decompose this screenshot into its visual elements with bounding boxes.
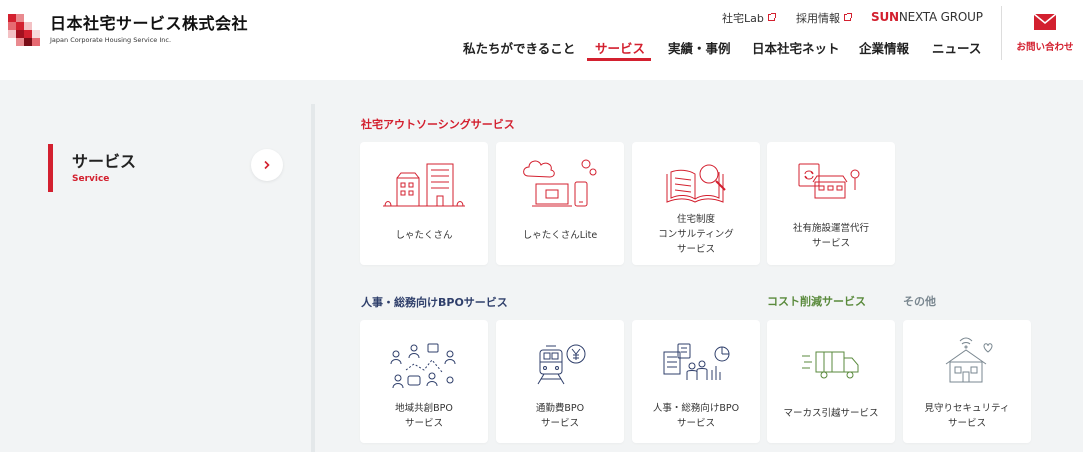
service-card-label: 見守りセキュリティ サービス [924, 403, 1010, 429]
content-divider [311, 104, 315, 452]
util-link-shataku-lab[interactable]: 社宅Lab [722, 10, 776, 26]
active-nav-indicator [587, 58, 651, 61]
home-security-icon [945, 337, 993, 383]
sidebar-title: サービス [72, 152, 137, 171]
external-link-icon [844, 12, 852, 21]
external-link-icon [767, 12, 776, 21]
office-staff-icon [663, 343, 730, 380]
nav-item-company[interactable]: 企業情報 [859, 38, 909, 57]
logo-japanese-name: 日本社宅サービス株式会社 [50, 14, 249, 33]
nav-item-services[interactable]: サービス [595, 38, 645, 57]
buildings-icon [383, 163, 465, 207]
company-logo[interactable]: 日本社宅サービス株式会社 Japan Corporate Housing Ser… [8, 14, 248, 46]
service-card-label: 地域共創BPO サービス [395, 403, 453, 429]
service-card-label: 住宅制度 コンサルティング サービス [658, 214, 734, 255]
contact-label: お問い合わせ [1016, 42, 1074, 53]
service-card-marcus-moving[interactable]: マーカス引越サービス [767, 320, 895, 443]
logo-mark-icon [8, 14, 40, 46]
group-brand-logo[interactable]: SUNNEXTA GROUP [871, 10, 983, 24]
cloud-computer-icon [523, 159, 597, 207]
service-card-home-security[interactable]: 見守りセキュリティ サービス [903, 320, 1031, 443]
service-card-regional-bpo[interactable]: 地域共創BPO サービス [360, 320, 488, 443]
nav-item-what-we-can-do[interactable]: 私たちができること [463, 38, 575, 57]
service-card-facility-operation[interactable]: 社有施設運営代行 サービス [767, 142, 895, 265]
service-card-label: 通勤費BPO サービス [535, 403, 585, 429]
community-network-icon [390, 343, 456, 389]
train-yen-icon [537, 344, 586, 385]
logo-english-name: Japan Corporate Housing Service Inc. [50, 36, 172, 44]
nav-item-shataku-net[interactable]: 日本社宅ネット [752, 38, 840, 57]
site-header: 日本社宅サービス株式会社 Japan Corporate Housing Ser… [0, 0, 1083, 80]
nav-item-news[interactable]: ニュース [932, 38, 981, 57]
service-card-commute-bpo[interactable]: 通勤費BPO サービス [496, 320, 624, 443]
section-title-bpo: 人事・総務向けBPOサービス [361, 296, 508, 309]
header-divider [1001, 6, 1002, 60]
util-link-recruit[interactable]: 採用情報 [796, 10, 852, 26]
book-magnifier-icon [666, 164, 726, 203]
service-card-shatakusan[interactable]: しゃたくさん [360, 142, 488, 265]
group-brand-bold: SUN [871, 10, 899, 24]
facility-management-icon [798, 163, 860, 199]
sidebar-accent-bar [48, 144, 53, 192]
group-brand-rest: NEXTA GROUP [898, 10, 983, 24]
util-link-label: 社宅Lab [722, 12, 764, 25]
mail-icon [1034, 14, 1056, 30]
service-card-label: 人事・総務向けBPO サービス [652, 403, 740, 429]
contact-button[interactable]: お問い合わせ [1012, 14, 1078, 53]
moving-truck-icon [802, 351, 859, 379]
nav-item-case-studies[interactable]: 実績・事例 [668, 38, 731, 57]
section-title-outsourcing: 社宅アウトソーシングサービス [361, 118, 515, 131]
chevron-right-icon [264, 160, 270, 170]
service-card-housing-consulting[interactable]: 住宅制度 コンサルティング サービス [632, 142, 760, 265]
sidebar-subtitle: Service [72, 174, 110, 184]
util-link-label: 採用情報 [796, 12, 840, 25]
section-title-other: その他 [903, 295, 936, 308]
service-card-label: しゃたくさんLite [522, 230, 598, 241]
service-card-shatakusan-lite[interactable]: しゃたくさんLite [496, 142, 624, 265]
section-title-cost-reduction: コスト削減サービス [767, 295, 866, 308]
sidebar-arrow-button[interactable] [251, 149, 283, 181]
service-card-hr-bpo[interactable]: 人事・総務向けBPO サービス [632, 320, 760, 443]
service-card-label: マーカス引越サービス [783, 408, 879, 419]
service-card-label: 社有施設運営代行 サービス [792, 223, 869, 249]
service-card-label: しゃたくさん [395, 230, 453, 241]
